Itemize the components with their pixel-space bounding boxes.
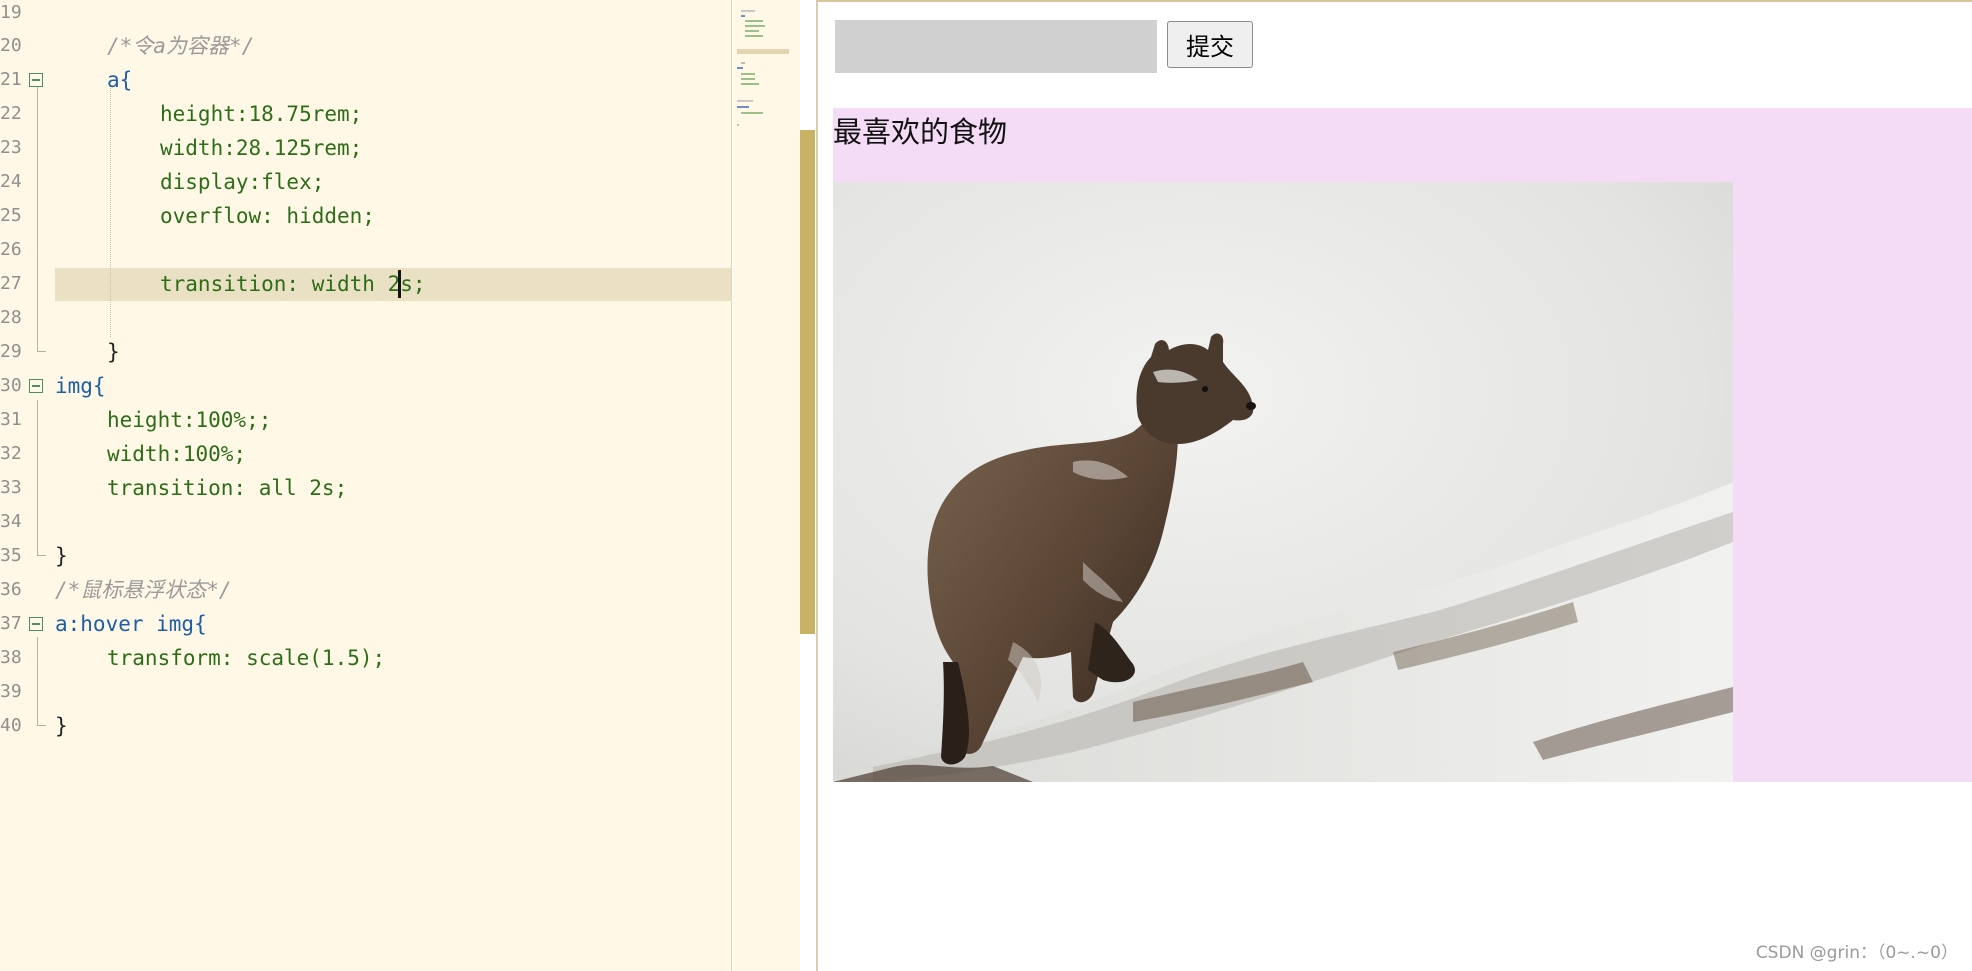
minimap-line [745, 20, 763, 22]
code-line: 33 transition: all 2s; [0, 471, 731, 505]
code-line: 39 [0, 675, 731, 709]
line-number: 21 [0, 69, 22, 90]
minimap-line [745, 25, 765, 27]
line-number: 40 [0, 715, 22, 736]
code-editor[interactable]: 19 20 /*令a为容器*/ 21 a{ 22 height:18.75rem… [0, 0, 732, 971]
code-line: 30 img{ [0, 369, 731, 403]
line-number: 23 [0, 137, 22, 158]
line-number: 38 [0, 647, 22, 668]
code-line: 26 [0, 233, 731, 267]
code-text: overflow: hidden; [160, 204, 375, 228]
bear-photo[interactable] [833, 182, 1733, 782]
code-line: 21 a{ [0, 63, 731, 97]
line-number: 28 [0, 307, 22, 328]
code-line: 28 [0, 301, 731, 335]
minimap-current-line [737, 49, 789, 54]
editor-divider [731, 0, 732, 971]
fold-toggle-icon[interactable] [29, 379, 43, 393]
line-number: 34 [0, 511, 22, 532]
line-number: 33 [0, 477, 22, 498]
line-number: 39 [0, 681, 22, 702]
minimap-line [741, 83, 759, 85]
code-line: 38 transform: scale(1.5); [0, 641, 731, 675]
minimap[interactable] [733, 0, 800, 971]
minimap-line [741, 62, 745, 64]
search-input[interactable] [835, 20, 1157, 73]
code-text: img{ [55, 374, 106, 398]
code-text: } [107, 340, 120, 364]
fold-toggle-icon[interactable] [29, 617, 43, 631]
code-line-current[interactable]: 27 transition: width 2s; [0, 267, 731, 301]
line-number: 35 [0, 545, 22, 566]
code-text: display:flex; [160, 170, 325, 194]
code-text: } [55, 714, 68, 738]
line-number: 32 [0, 443, 22, 464]
line-number: 30 [0, 375, 22, 396]
code-line: 23 width:28.125rem; [0, 131, 731, 165]
code-text: a{ [107, 68, 133, 92]
code-text: transition: all 2s; [107, 476, 348, 500]
line-number: 20 [0, 35, 22, 56]
code-line: 36 /*鼠标悬浮状态*/ [0, 573, 731, 607]
line-number: 37 [0, 613, 22, 634]
text-caret [398, 270, 401, 298]
code-line: 22 height:18.75rem; [0, 97, 731, 131]
code-line: 34 [0, 505, 731, 539]
line-number: 27 [0, 273, 22, 294]
minimap-line [737, 124, 739, 126]
code-line: 29 } [0, 335, 731, 369]
code-line: 25 overflow: hidden; [0, 199, 731, 233]
preview-border [816, 0, 1972, 2]
minimap-line [741, 10, 755, 12]
submit-button[interactable]: 提交 [1167, 21, 1253, 68]
line-number: 22 [0, 103, 22, 124]
code-text: transition: width 2s; [160, 272, 426, 296]
code-text: transform: scale(1.5); [107, 646, 386, 670]
minimap-line [741, 73, 755, 75]
code-line: 20 /*令a为容器*/ [0, 29, 731, 63]
line-number: 24 [0, 171, 22, 192]
code-comment: /*鼠标悬浮状态*/ [55, 578, 232, 602]
code-text: height:18.75rem; [160, 102, 363, 126]
code-line: 40 } [0, 709, 731, 743]
minimap-line [737, 67, 743, 69]
minimap-line [737, 106, 749, 108]
food-title: 最喜欢的食物 [833, 115, 1008, 149]
code-line: 37 a:hover img{ [0, 607, 731, 641]
fold-toggle-icon[interactable] [29, 73, 43, 87]
code-line: 24 display:flex; [0, 165, 731, 199]
minimap-line [741, 112, 763, 114]
minimap-line [741, 78, 755, 80]
minimap-line [745, 35, 763, 37]
code-text: height:100%;; [107, 408, 272, 432]
code-line: 32 width:100%; [0, 437, 731, 471]
code-comment: /*令a为容器*/ [107, 34, 255, 58]
code-line: 35 } [0, 539, 731, 573]
minimap-line [741, 15, 745, 17]
line-number: 19 [0, 2, 22, 23]
line-number: 26 [0, 239, 22, 260]
minimap-line [745, 30, 759, 32]
code-text: width:100%; [107, 442, 247, 466]
watermark: CSDN @grin：（0~.~0） [1755, 943, 1958, 963]
line-number: 29 [0, 341, 22, 362]
code-text: a:hover img{ [55, 612, 207, 636]
minimap-line [737, 100, 753, 102]
code-line: 31 height:100%;; [0, 403, 731, 437]
line-number: 36 [0, 579, 22, 600]
line-number: 25 [0, 205, 22, 226]
code-line: 19 [0, 0, 731, 30]
minimap-viewport-slider[interactable] [800, 130, 815, 634]
code-text: width:28.125rem; [160, 136, 363, 160]
line-number: 31 [0, 409, 22, 430]
code-text: } [55, 544, 68, 568]
